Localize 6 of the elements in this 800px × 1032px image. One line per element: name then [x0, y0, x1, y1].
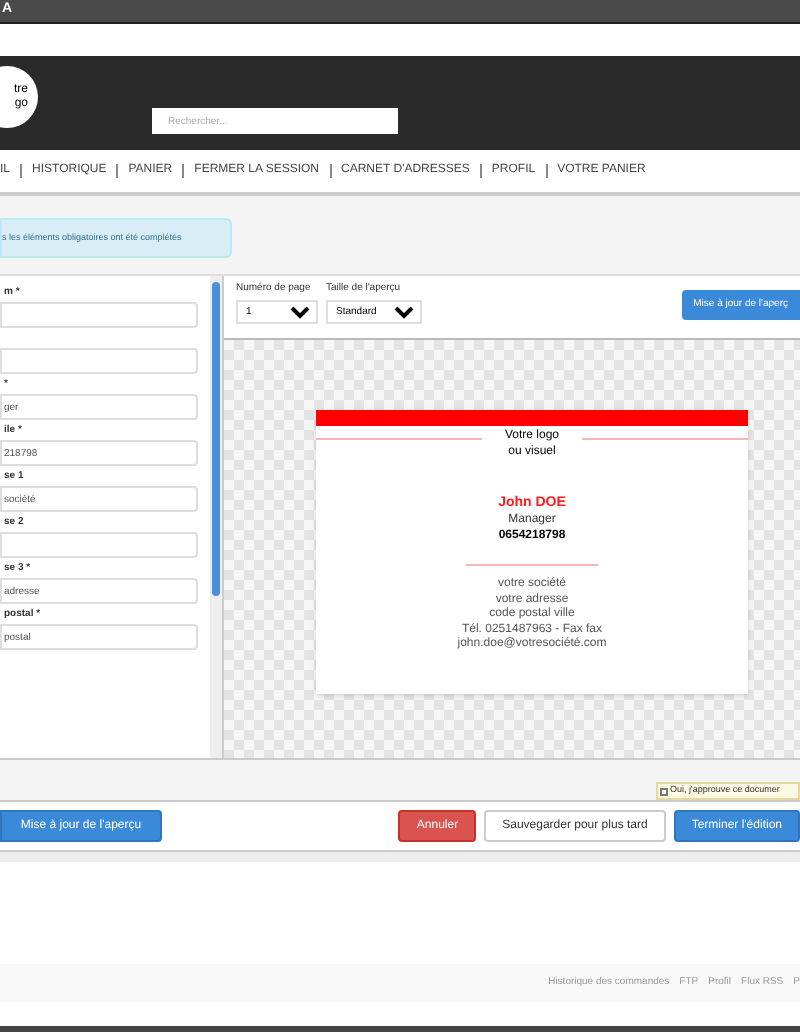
text-field[interactable] [0, 532, 198, 558]
scrollbar[interactable] [210, 276, 222, 758]
approve-checkbox[interactable] [660, 787, 668, 795]
scroll-thumb[interactable] [212, 282, 220, 596]
text-field[interactable] [0, 348, 198, 374]
text-field[interactable] [0, 302, 198, 328]
